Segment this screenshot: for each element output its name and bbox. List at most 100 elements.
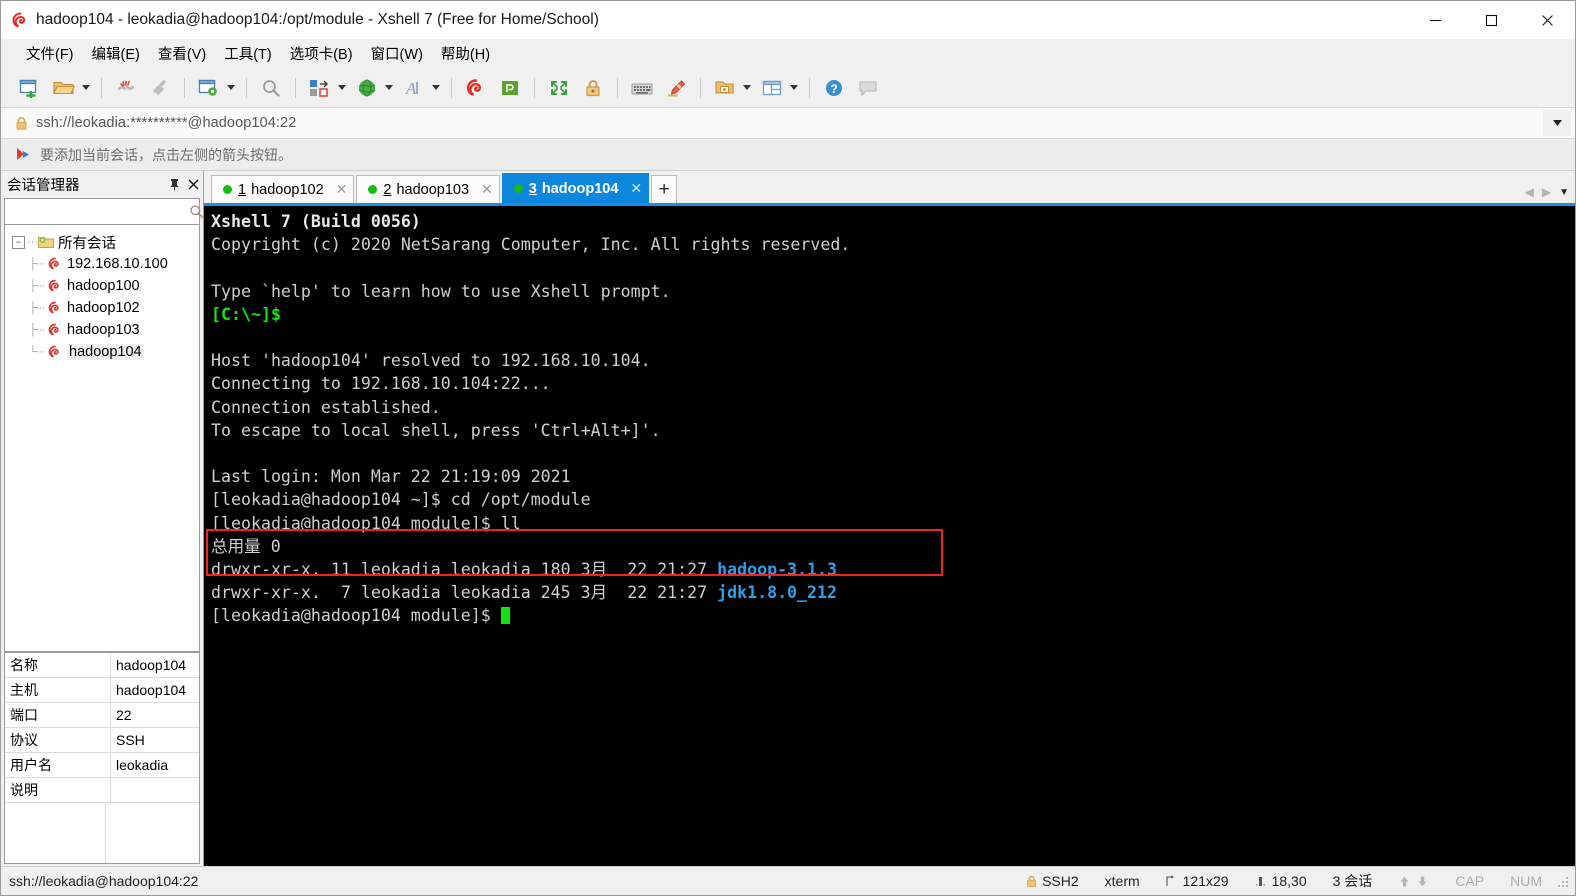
terminal-line-0: Xshell 7 (Build 0056) [211, 212, 421, 231]
status-bar: ssh://leokadia@hadoop104:22 SSH2 xterm 1… [1, 866, 1575, 895]
layout-arrange-icon[interactable] [303, 73, 337, 103]
split-view-icon[interactable] [755, 73, 789, 103]
font-icon[interactable]: A [397, 73, 431, 103]
search-input[interactable] [5, 203, 189, 220]
download-arrow-icon [1416, 875, 1429, 888]
close-button[interactable] [1519, 1, 1575, 39]
title-bar: hadoop104 - leokadia@hadoop104:/opt/modu… [1, 1, 1575, 39]
tab-navigation: ◀ ▶ ▼ [1525, 185, 1569, 199]
new-tab-button[interactable]: + [651, 175, 678, 203]
session-tree[interactable]: − ··· 所有会话 ├··· 192.168.10.100 ├··· hado… [4, 225, 200, 652]
xftp-icon[interactable] [493, 73, 527, 103]
property-value: hadoop104 [116, 682, 187, 698]
menu-view[interactable]: 查看(V) [149, 40, 215, 67]
comment-icon[interactable] [851, 73, 885, 103]
chevron-down-icon[interactable] [1543, 110, 1571, 136]
find-icon[interactable] [254, 73, 288, 103]
session-item-0[interactable]: ├··· 192.168.10.100 [5, 253, 199, 275]
toolbar-separator [700, 77, 701, 98]
session-search-box[interactable] [4, 198, 204, 225]
tab-status-dot-icon [513, 184, 523, 193]
session-item-1[interactable]: ├··· hadoop100 [5, 275, 199, 297]
folder-icon [38, 235, 54, 249]
tab-close-icon[interactable]: ✕ [324, 181, 348, 198]
session-item-3[interactable]: ├··· hadoop103 [5, 319, 199, 341]
session-properties-dropdown-icon[interactable] [224, 73, 237, 103]
tab-hadoop102[interactable]: 1 hadoop102 ✕ [211, 175, 355, 203]
menu-tools[interactable]: 工具(T) [215, 40, 281, 67]
property-key: 说明 [5, 778, 111, 802]
menu-file[interactable]: 文件(F) [17, 40, 83, 67]
new-folder-icon[interactable] [708, 73, 742, 103]
tab-label: hadoop104 [541, 180, 619, 197]
property-value: leokadia [116, 757, 169, 773]
open-folder-dropdown-icon[interactable] [79, 73, 92, 103]
minimize-button[interactable] [1407, 1, 1463, 39]
status-size-label: 121x29 [1182, 873, 1229, 889]
search-icon[interactable] [189, 204, 204, 219]
disconnect-icon[interactable] [109, 73, 143, 103]
session-manager-header: 会话管理器 [1, 171, 203, 198]
lock-icon [1026, 875, 1037, 888]
xshell-logo-icon[interactable] [459, 73, 493, 103]
tab-label: hadoop102 [251, 181, 324, 198]
status-caps-lock-label: CAP [1455, 873, 1485, 889]
tree-root-label: 所有会话 [58, 235, 116, 252]
tab-number: 3 [528, 180, 537, 197]
tab-close-icon[interactable]: ✕ [618, 180, 642, 197]
resize-grip-icon[interactable] [1557, 874, 1571, 888]
new-session-icon[interactable] [13, 73, 47, 103]
menu-window[interactable]: 窗口(W) [362, 40, 432, 67]
connect-link-icon[interactable] [143, 73, 177, 103]
session-properties-icon[interactable] [192, 73, 226, 103]
listing-row-0-meta: drwxr-xr-x. 11 leokadia leokadia 180 3月 … [211, 560, 718, 580]
layout-arrange-dropdown-icon[interactable] [335, 73, 348, 103]
globe-dropdown-icon[interactable] [382, 73, 395, 103]
address-bar[interactable]: ssh://leokadia:**********@hadoop104:22 [1, 108, 1575, 139]
fullscreen-icon[interactable] [542, 73, 576, 103]
highlight-pen-icon[interactable] [659, 73, 693, 103]
notification-text: 要添加当前会话，点击左侧的箭头按钮。 [40, 146, 292, 163]
pin-icon[interactable] [165, 175, 184, 195]
menu-edit[interactable]: 编辑(E) [83, 40, 149, 67]
session-item-2[interactable]: ├··· hadoop102 [5, 297, 199, 319]
tab-scroll-right-icon[interactable]: ▶ [1542, 185, 1551, 199]
property-value: hadoop104 [116, 657, 187, 673]
listing-row-0-name: hadoop-3.1.3 [717, 560, 838, 580]
terminal-line-1: Copyright (c) 2020 NetSarang Computer, I… [211, 235, 851, 255]
property-row-protocol: 协议 SSH [5, 728, 199, 753]
tree-root-all-sessions[interactable]: − ··· 所有会话 [5, 231, 199, 253]
terminal-line-13: [leokadia@hadoop104 module]$ ll [211, 513, 521, 533]
keyboard-icon[interactable] [625, 73, 659, 103]
status-cursor-label: 18,30 [1271, 873, 1307, 889]
toolbar-separator [534, 77, 535, 98]
font-dropdown-icon[interactable] [429, 73, 442, 103]
tree-expander-icon[interactable]: − [12, 235, 25, 249]
session-item-4[interactable]: └··· hadoop104 [5, 341, 199, 363]
session-icon [47, 279, 63, 293]
upload-arrow-icon [1398, 875, 1411, 888]
open-folder-icon[interactable] [47, 73, 81, 103]
tab-scroll-left-icon[interactable]: ◀ [1525, 185, 1534, 199]
tab-list-dropdown-icon[interactable]: ▼ [1559, 187, 1569, 198]
tab-close-icon[interactable]: ✕ [469, 181, 493, 198]
property-value: 22 [116, 707, 132, 723]
toolbar-separator [809, 77, 810, 98]
new-folder-dropdown-icon[interactable] [740, 73, 753, 103]
menu-help[interactable]: 帮助(H) [432, 40, 499, 67]
xshell-window: hadoop104 - leokadia@hadoop104:/opt/modu… [0, 0, 1576, 896]
session-label: hadoop102 [67, 300, 140, 316]
menu-tabs[interactable]: 选项卡(B) [281, 40, 362, 67]
maximize-button[interactable] [1463, 1, 1519, 39]
terminal-screen[interactable]: Xshell 7 (Build 0056) Copyright (c) 2020… [204, 206, 1575, 866]
xshell-logo-icon [11, 11, 29, 29]
status-terminal-type-label: xterm [1104, 873, 1140, 889]
globe-icon[interactable] [350, 73, 384, 103]
split-view-dropdown-icon[interactable] [787, 73, 800, 103]
close-panel-icon[interactable] [184, 175, 203, 195]
lock-icon[interactable] [576, 73, 610, 103]
help-icon[interactable]: ? [817, 73, 851, 103]
tab-hadoop103[interactable]: 2 hadoop103 ✕ [356, 175, 500, 203]
tab-hadoop104[interactable]: 3 hadoop104 ✕ [501, 173, 650, 203]
address-value: ssh://leokadia:**********@hadoop104:22 [36, 115, 297, 131]
